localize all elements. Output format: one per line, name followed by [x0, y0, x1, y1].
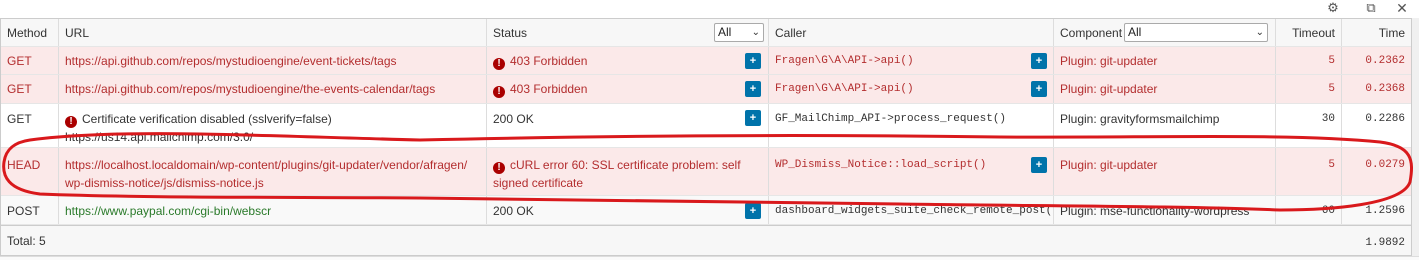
vertical-scrollbar[interactable] — [1412, 18, 1419, 256]
request-method: GET — [7, 82, 32, 96]
expand-status-button[interactable]: + — [745, 203, 761, 219]
request-component: Plugin: git-updater — [1060, 82, 1158, 96]
expand-caller-button[interactable]: + — [1031, 157, 1047, 173]
panel-topbar: ⚙ ⧉ ✕ — [0, 0, 1419, 18]
component-filter-value: All — [1128, 25, 1142, 39]
request-method: GET — [7, 54, 32, 68]
url-warning: Certificate verification disabled (sslve… — [82, 112, 332, 126]
table-row: POST https://www.paypal.com/cgi-bin/webs… — [1, 196, 1411, 225]
request-method: HEAD — [7, 158, 41, 172]
expand-status-button[interactable]: + — [745, 110, 761, 126]
panel-bottom-edge — [0, 256, 1419, 260]
request-status: 403 Forbidden — [510, 82, 588, 96]
column-timeout-label: Timeout — [1292, 26, 1335, 40]
column-caller-label: Caller — [775, 26, 807, 40]
table-row: GET https://api.github.com/repos/mystudi… — [1, 75, 1411, 104]
request-caller: Fragen\G\A\API->api() — [775, 83, 914, 95]
column-method-label: Method — [7, 26, 48, 40]
column-method[interactable]: Method — [1, 19, 59, 46]
column-time[interactable]: Time — [1342, 19, 1411, 46]
expand-caller-button[interactable]: + — [1031, 53, 1047, 69]
request-url: https://www.paypal.com/cgi-bin/webscr — [65, 204, 272, 218]
request-status-line1: cURL error 60: SSL certificate problem: … — [510, 158, 741, 172]
table-row: GET ! Certificate verification disabled (… — [1, 104, 1411, 148]
total-time: 1.9892 — [1365, 237, 1405, 249]
error-icon: ! — [493, 86, 505, 98]
column-caller[interactable]: Caller — [769, 19, 1054, 46]
component-filter-select[interactable]: All ⌄ — [1124, 23, 1268, 42]
request-url-line2: wp-dismiss-notice/js/dismiss-notice.js — [65, 176, 264, 190]
request-timeout: 30 — [1321, 113, 1335, 125]
http-requests-table: Method URL Status All ⌄ Caller Component… — [0, 18, 1412, 256]
table-footer: Total: 5 1.9892 — [1, 225, 1411, 255]
request-url-line1: https://localhost.localdomain/wp-content… — [65, 158, 468, 172]
request-url: https://api.github.com/repos/mystudioeng… — [65, 54, 397, 68]
request-time: 0.0279 — [1365, 159, 1405, 171]
warning-icon: ! — [65, 116, 77, 128]
column-status[interactable]: Status All ⌄ — [487, 19, 769, 46]
request-caller: dashboard_widgets_suite_check_remote_pos… — [775, 205, 1054, 217]
request-time: 0.2286 — [1365, 113, 1405, 125]
column-time-label: Time — [1378, 26, 1405, 40]
request-timeout: 5 — [1328, 159, 1335, 171]
settings-gear-icon[interactable]: ⚙ — [1323, 0, 1343, 16]
column-url-label: URL — [65, 26, 90, 40]
expand-caller-button[interactable]: + — [1031, 81, 1047, 97]
request-component: Plugin: git-updater — [1060, 54, 1158, 68]
chevron-down-icon: ⌄ — [751, 27, 760, 38]
close-icon[interactable]: ✕ — [1392, 0, 1412, 16]
request-method: GET — [7, 112, 32, 126]
column-timeout[interactable]: Timeout — [1276, 19, 1342, 46]
request-timeout: 5 — [1328, 55, 1335, 67]
request-status: 200 OK — [493, 204, 534, 218]
request-caller: Fragen\G\A\API->api() — [775, 55, 914, 67]
chevron-down-icon: ⌄ — [1255, 27, 1264, 38]
popout-window-icon[interactable]: ⧉ — [1361, 0, 1381, 16]
request-component: Plugin: git-updater — [1060, 158, 1158, 172]
request-caller: GF_MailChimp_API->process_request() — [775, 113, 1007, 125]
request-caller: WP_Dismiss_Notice::load_script() — [775, 159, 987, 171]
request-status: 403 Forbidden — [510, 54, 588, 68]
request-timeout: 60 — [1321, 205, 1335, 217]
table-row: HEAD https://localhost.localdomain/wp-co… — [1, 148, 1411, 196]
column-component[interactable]: Component All ⌄ — [1054, 19, 1276, 46]
request-timeout: 5 — [1328, 83, 1335, 95]
column-status-label: Status — [493, 26, 528, 40]
status-filter-value: All — [718, 25, 732, 39]
request-method: POST — [7, 204, 40, 218]
table-header: Method URL Status All ⌄ Caller Component… — [1, 19, 1411, 47]
request-status-line2: signed certificate — [493, 176, 584, 190]
request-time: 0.2368 — [1365, 83, 1405, 95]
request-component: Plugin: gravityformsmailchimp — [1060, 112, 1220, 126]
request-status: 200 OK — [493, 112, 534, 126]
column-url[interactable]: URL — [59, 19, 487, 46]
expand-status-button[interactable]: + — [745, 53, 761, 69]
table-row: GET https://api.github.com/repos/mystudi… — [1, 47, 1411, 75]
request-url: https://api.github.com/repos/mystudioeng… — [65, 82, 436, 96]
request-time: 0.2362 — [1365, 55, 1405, 67]
request-component: Plugin: mse-functionality-wordpress — [1060, 204, 1250, 218]
status-filter-select[interactable]: All ⌄ — [714, 23, 764, 42]
error-icon: ! — [493, 58, 505, 70]
expand-status-button[interactable]: + — [745, 81, 761, 97]
error-icon: ! — [493, 162, 505, 174]
column-component-label: Component — [1060, 26, 1123, 40]
request-time: 1.2596 — [1365, 205, 1405, 217]
request-url: https://us14.api.mailchimp.com/3.0/ — [65, 130, 254, 144]
total-count: Total: 5 — [7, 234, 46, 248]
